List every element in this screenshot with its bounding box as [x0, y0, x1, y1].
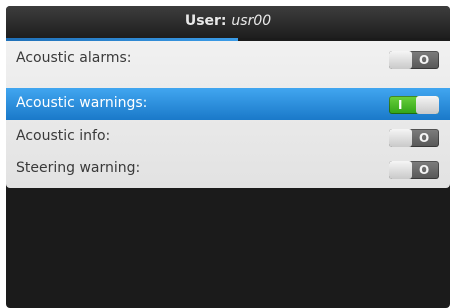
- setting-label: Acoustic info:: [16, 128, 111, 144]
- setting-label: Acoustic warnings:: [16, 95, 148, 111]
- setting-row-acoustic-info[interactable]: Acoustic info: O: [6, 121, 450, 153]
- acoustic-alarms-toggle[interactable]: O: [389, 51, 439, 69]
- device-screen: User: usr00 Acoustic alarms: O Acoustic …: [6, 6, 450, 308]
- acoustic-info-toggle[interactable]: O: [389, 129, 439, 147]
- toggle-off-symbol: O: [419, 163, 430, 177]
- toggle-on-symbol: I: [398, 98, 403, 112]
- setting-label: Steering warning:: [16, 160, 141, 176]
- setting-row-steering-warning[interactable]: Steering warning: O: [6, 153, 450, 185]
- toggle-knob: [389, 129, 412, 147]
- toggle-off-symbol: O: [419, 131, 430, 145]
- setting-row-acoustic-warnings[interactable]: Acoustic warnings: I: [6, 88, 450, 120]
- title-username: usr00: [231, 13, 272, 29]
- toggle-knob: [389, 51, 412, 69]
- steering-warning-toggle[interactable]: O: [389, 161, 439, 179]
- setting-row-acoustic-alarms[interactable]: Acoustic alarms: O: [6, 43, 450, 75]
- title-bar: User: usr00: [6, 6, 450, 38]
- title-prefix: User:: [184, 13, 227, 29]
- toggle-knob: [416, 96, 439, 114]
- toggle-off-symbol: O: [419, 53, 430, 67]
- acoustic-warnings-toggle[interactable]: I: [389, 96, 439, 114]
- toggle-knob: [389, 161, 412, 179]
- setting-label: Acoustic alarms:: [16, 50, 132, 66]
- settings-panel: Acoustic alarms: O Acoustic warnings: I …: [6, 41, 450, 188]
